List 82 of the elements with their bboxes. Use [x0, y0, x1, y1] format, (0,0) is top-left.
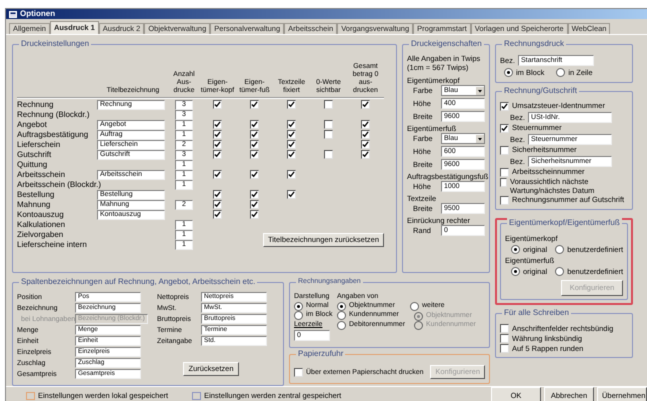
row-label: Bestellung: [17, 190, 56, 200]
checkbox[interactable]: [361, 120, 370, 130]
checkbox[interactable]: [213, 100, 222, 110]
checkbox[interactable]: [287, 190, 296, 200]
row-label: Angebot: [17, 120, 48, 130]
checkbox[interactable]: [213, 190, 222, 200]
radio-button[interactable]: [555, 245, 564, 254]
checkbox[interactable]: [500, 124, 509, 133]
dropdown-arrow-icon: [476, 134, 484, 142]
radio-button[interactable]: [337, 302, 346, 310]
row-label: Lieferscheine intern: [17, 240, 88, 250]
radio-button[interactable]: [555, 267, 564, 276]
group-title: Druckeinstellungen: [19, 39, 92, 49]
checkbox[interactable]: [500, 178, 508, 187]
row-label: Mahnung: [17, 200, 52, 210]
checkbox[interactable]: [287, 150, 296, 160]
radio-button[interactable]: [410, 302, 419, 311]
checkbox[interactable]: [500, 334, 509, 343]
checkbox[interactable]: [500, 324, 509, 333]
radio-button[interactable]: [511, 267, 520, 276]
checkbox[interactable]: [250, 200, 259, 210]
dropdown-arrow-icon: [476, 86, 484, 94]
radio-button[interactable]: [294, 311, 303, 320]
group-title: Papierzufuhr: [296, 349, 346, 359]
checkbox[interactable]: [361, 100, 370, 110]
group-title: Spaltenbezeichnungen auf Rechnung, Angebot, Arbeitsschein etc.: [19, 277, 258, 287]
checkbox[interactable]: [361, 140, 370, 150]
checkbox[interactable]: [500, 168, 509, 177]
checkbox[interactable]: [250, 130, 259, 140]
window-icon: [9, 10, 17, 18]
row-label: Lieferschein: [17, 140, 62, 150]
radio-button[interactable]: [511, 245, 520, 254]
checkbox[interactable]: [213, 210, 222, 220]
window-title: Optionen: [20, 9, 56, 19]
row-label: Rechnung: [17, 100, 54, 110]
checkbox[interactable]: [250, 120, 259, 130]
checkbox[interactable]: [287, 120, 296, 130]
checkbox[interactable]: [250, 100, 259, 110]
checkbox[interactable]: [287, 100, 296, 110]
checkbox[interactable]: [324, 120, 333, 130]
checkbox[interactable]: [500, 344, 509, 353]
group-title: Druckeigenschaften: [409, 39, 484, 49]
radio-button[interactable]: [556, 68, 566, 77]
checkbox[interactable]: [361, 150, 370, 160]
group-title: Rechnungsdruck: [502, 39, 566, 49]
checkbox[interactable]: [213, 140, 222, 150]
radio-button[interactable]: [337, 311, 346, 320]
radio-button[interactable]: [337, 320, 346, 330]
checkbox[interactable]: [361, 130, 370, 140]
checkbox[interactable]: [500, 146, 509, 155]
checkbox[interactable]: [250, 140, 259, 150]
checkbox[interactable]: [324, 150, 333, 160]
checkbox[interactable]: [324, 100, 333, 110]
checkbox[interactable]: [324, 130, 333, 140]
row-label: Quittung: [17, 160, 48, 170]
checkbox[interactable]: [294, 368, 303, 376]
group-title: Eigentümerkopf/Eigentümerfuß: [507, 218, 622, 228]
row-label: Kalkulationen: [17, 220, 66, 230]
checkbox[interactable]: [213, 130, 222, 140]
checkbox[interactable]: [213, 170, 222, 180]
row-label: Gutschrift: [17, 150, 52, 160]
checkbox[interactable]: [213, 200, 222, 210]
checkbox[interactable]: [250, 190, 259, 200]
group-title: Für alle Schreiben: [502, 308, 571, 318]
checkbox[interactable]: [250, 150, 259, 160]
checkbox[interactable]: [213, 150, 222, 160]
row-label: Kontoauszug: [17, 210, 65, 220]
checkbox[interactable]: [287, 140, 296, 150]
group-title: Rechnung/Gutschrift: [502, 86, 579, 96]
row-label: Zielvorgaben: [17, 230, 64, 240]
checkbox[interactable]: [500, 196, 509, 205]
row-label: Rechnung (Blockdr.): [17, 110, 90, 120]
row-label: Auftragsbestätigung: [17, 130, 90, 140]
checkbox[interactable]: [250, 170, 259, 180]
checkbox[interactable]: [287, 170, 296, 180]
radio-button[interactable]: [294, 302, 303, 310]
row-label: Arbeitsschein: [17, 170, 66, 180]
checkbox[interactable]: [250, 210, 259, 220]
checkbox[interactable]: [500, 102, 509, 111]
radio-button[interactable]: [504, 68, 513, 77]
checkbox[interactable]: [213, 120, 222, 130]
checkbox[interactable]: [287, 130, 296, 140]
